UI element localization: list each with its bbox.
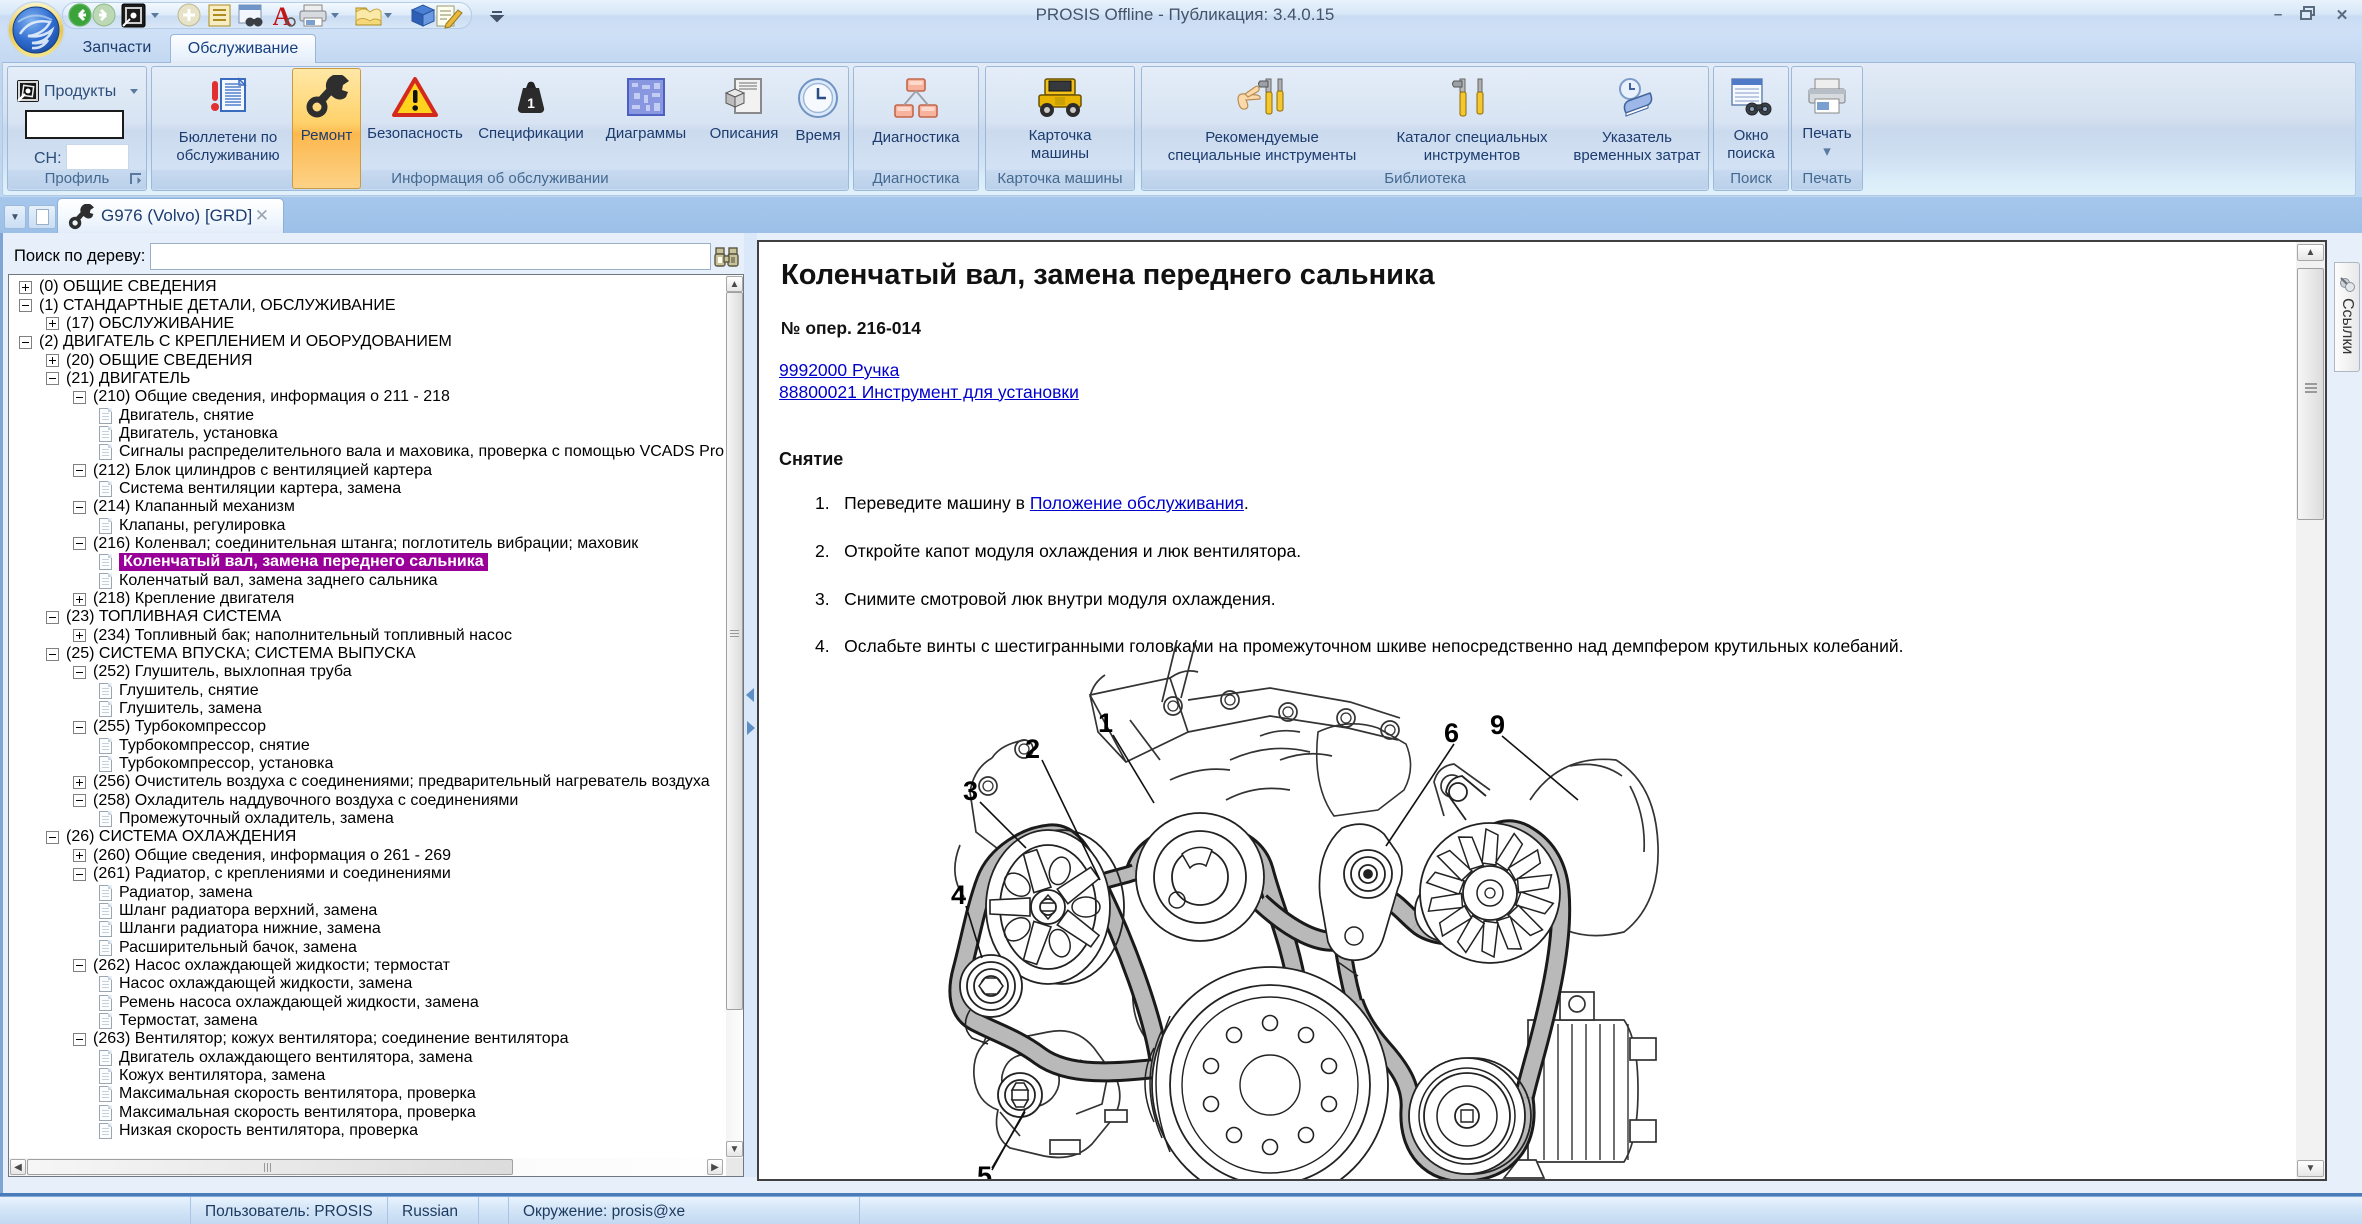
svg-text:A: A	[273, 2, 292, 31]
svg-text:1: 1	[1098, 708, 1113, 738]
svg-text:4: 4	[951, 880, 966, 910]
svg-text:5: 5	[977, 1161, 992, 1181]
svg-text:2: 2	[1025, 734, 1040, 764]
svg-text:1: 1	[527, 95, 535, 111]
svg-text:9: 9	[1490, 710, 1505, 740]
svg-text:3: 3	[963, 776, 978, 806]
svg-text:6: 6	[1444, 718, 1459, 748]
